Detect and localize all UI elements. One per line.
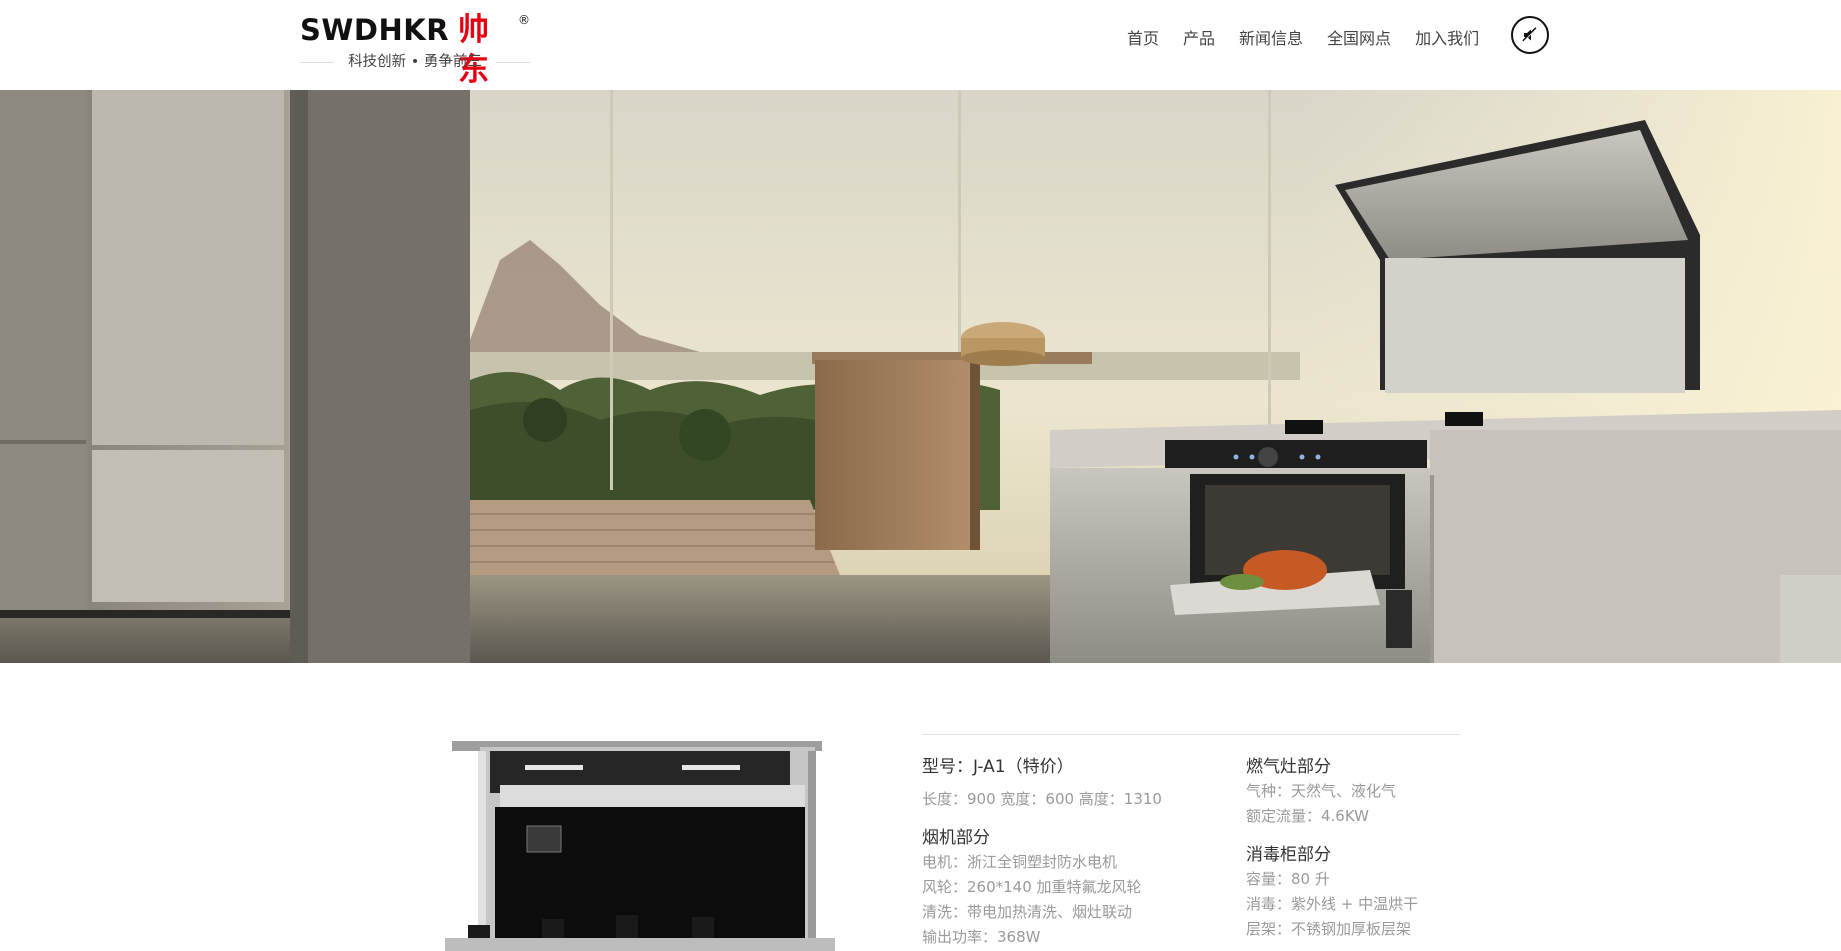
logo-wordmark: SWDHKR 帅东 ® (300, 10, 530, 88)
spec-item: 气种：天然气、液化气 (1246, 782, 1397, 800)
main-nav: 首页 产品 新闻信息 全国网点 加入我们 (1127, 27, 1479, 51)
spec-column-right: 燃气灶部分 气种：天然气、液化气 额定流量：4.6KW 消毒柜部分 容量：80 … (1246, 755, 1418, 942)
spec-divider (922, 734, 1460, 735)
spec-item: 电机：浙江全铜塑封防水电机 (922, 853, 1118, 871)
muted-speaker-icon (1522, 27, 1537, 42)
product-section: 型号：J-A1（特价） 长度：900 宽度：600 高度：1310 烟机部分 电… (0, 663, 1841, 951)
hero-banner[interactable] (0, 90, 1841, 663)
nav-item-stores[interactable]: 全国网点 (1327, 27, 1391, 51)
music-toggle-button[interactable] (1511, 16, 1549, 54)
spec-item: 层架：不锈钢加厚板层架 (1246, 920, 1412, 938)
brand-slogan: 科技创新 • 勇争前三 (300, 52, 530, 72)
spec-section-title: 燃气灶部分 (1246, 757, 1331, 777)
hero-kitchen-image (0, 90, 1841, 663)
logo-name-cn: 帅东 (458, 12, 490, 88)
nav-item-join-us[interactable]: 加入我们 (1415, 27, 1479, 51)
spec-item: 额定流量：4.6KW (1246, 807, 1369, 825)
site-header: SWDHKR 帅东 ® 科技创新 • 勇争前三 首页 产品 新闻信息 全国网点 … (0, 0, 1841, 90)
brand-logo[interactable]: SWDHKR 帅东 ® 科技创新 • 勇争前三 (300, 10, 530, 88)
spec-item: 清洗：带电加热清洗、烟灶联动 (922, 903, 1133, 921)
nav-item-products[interactable]: 产品 (1183, 27, 1215, 51)
spec-section-title: 烟机部分 (922, 828, 990, 848)
nav-item-news[interactable]: 新闻信息 (1239, 27, 1303, 51)
spec-item: 风轮：260*140 加重特氟龙风轮 (922, 878, 1142, 896)
spec-item: 容量：80 升 (1246, 870, 1330, 888)
registered-mark: ® (518, 13, 530, 27)
product-dimensions: 长度：900 宽度：600 高度：1310 (922, 790, 1162, 808)
spec-item: 输出功率：368W (922, 928, 1041, 946)
spec-item: 消毒：紫外线 + 中温烘干 (1246, 895, 1419, 913)
spec-section-title: 消毒柜部分 (1246, 845, 1331, 865)
nav-item-home[interactable]: 首页 (1127, 27, 1159, 51)
logo-name-en: SWDHKR (300, 13, 450, 47)
spec-column-left: 型号：J-A1（特价） 长度：900 宽度：600 高度：1310 烟机部分 电… (922, 755, 1162, 950)
product-model: 型号：J-A1（特价） (922, 757, 1074, 777)
product-image[interactable] (430, 733, 850, 951)
